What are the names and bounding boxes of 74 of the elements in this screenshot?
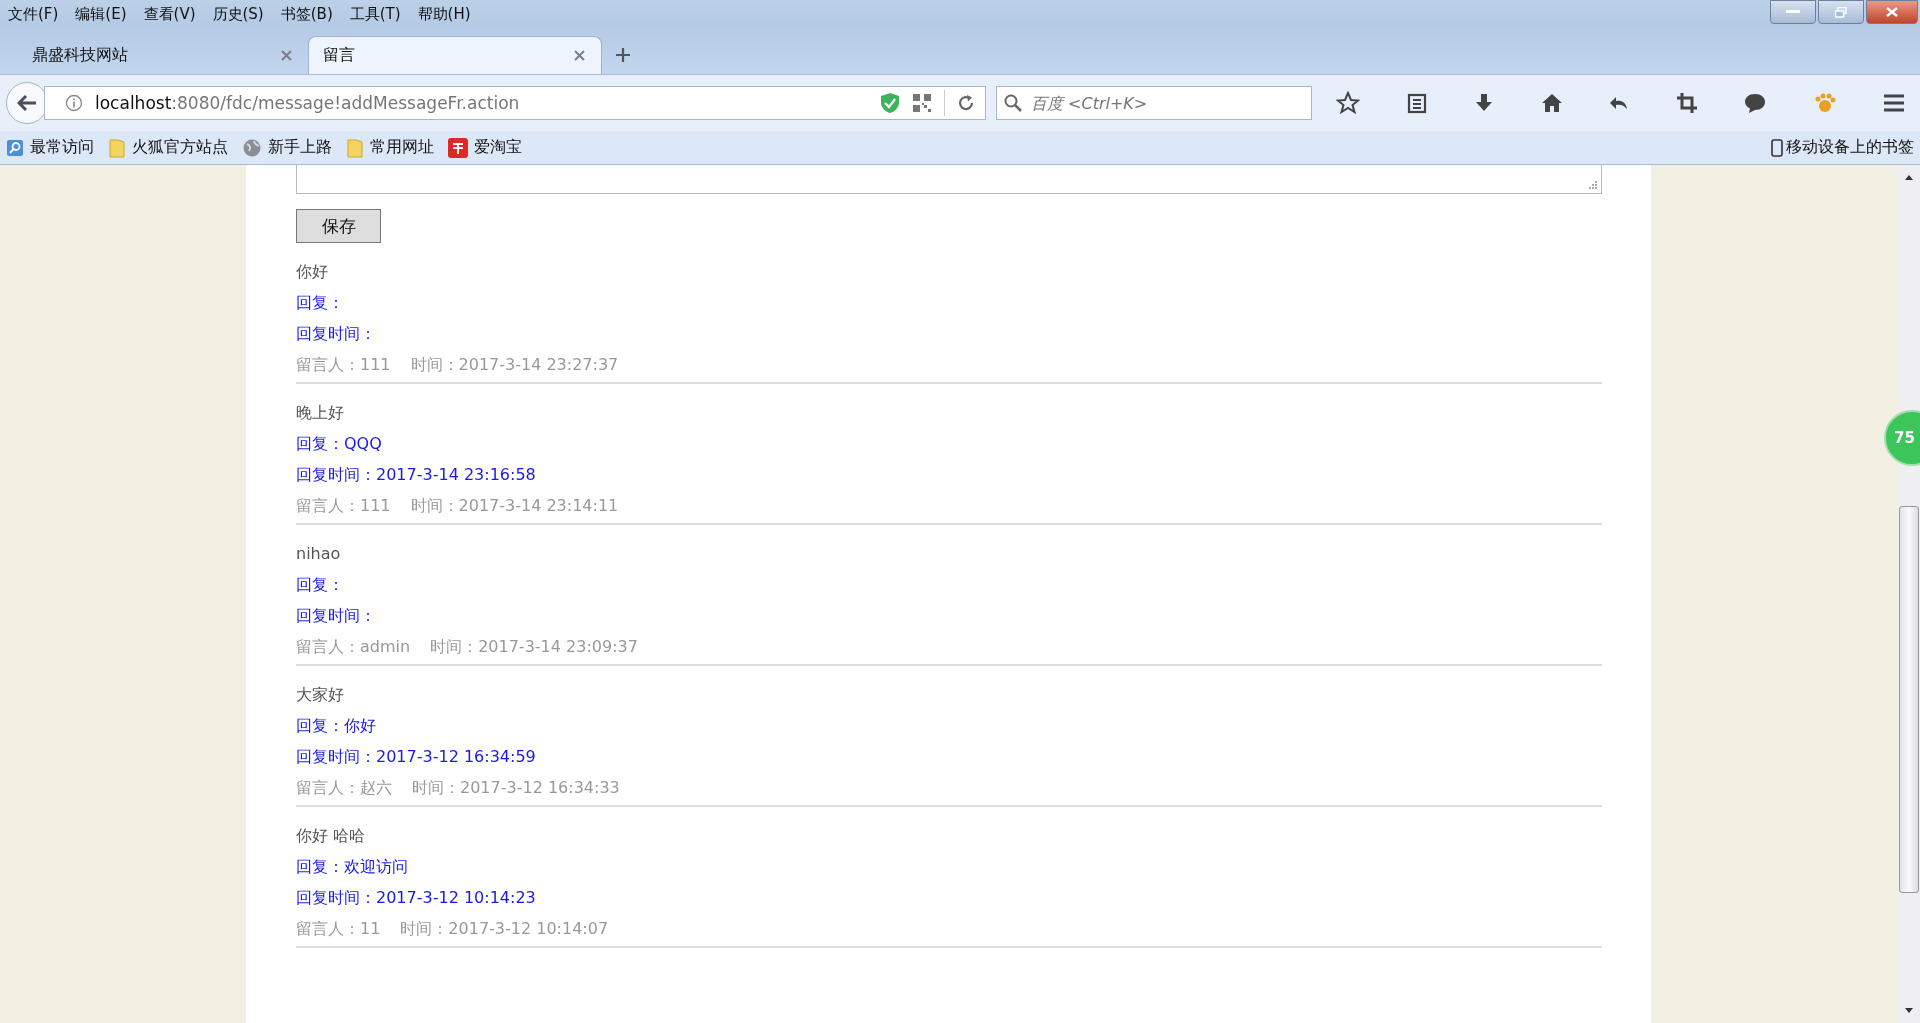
message-text: 你好 [296, 261, 329, 282]
shield-check-icon[interactable] [880, 92, 900, 114]
message-text: 大家好 [296, 684, 345, 705]
close-icon [1886, 7, 1898, 17]
bookmark-item[interactable]: 新手上路 [242, 137, 332, 158]
bookmark-item[interactable]: 常用网址 [346, 137, 434, 158]
message-text: nihao [296, 543, 342, 564]
close-button[interactable] [1866, 0, 1918, 24]
bookmark-search-icon [6, 138, 24, 157]
author-text: 留言人：admin [296, 636, 411, 657]
reply-text: 回复：QQQ [296, 433, 383, 454]
search-icon [1004, 94, 1022, 112]
menu-item[interactable]: 书签(B) [280, 4, 333, 24]
reply-text: 回复：欢迎访问 [296, 856, 409, 877]
save-button[interactable]: 保存 [296, 209, 381, 243]
menu-item[interactable]: 历史(S) [212, 4, 264, 24]
info-icon[interactable] [65, 94, 83, 112]
scroll-down-icon[interactable] [1904, 1007, 1914, 1015]
phone-icon [1771, 138, 1783, 157]
reply-text: 回复：你好 [296, 715, 377, 736]
restore-button[interactable] [1818, 0, 1864, 24]
author-text: 留言人：赵六 [296, 777, 392, 798]
close-tab-icon[interactable] [281, 49, 292, 61]
reply-text: 回复： [296, 574, 345, 595]
message-time: 时间：2017-3-14 23:14:11 [410, 495, 619, 516]
menu-item[interactable]: 文件(F) [8, 4, 59, 24]
reply-time: 回复时间： [296, 605, 377, 626]
shop-icon [448, 137, 468, 158]
scroll-up-icon[interactable] [1904, 173, 1914, 181]
resize-grip-icon[interactable] [1587, 179, 1597, 189]
folder-icon [108, 137, 126, 158]
menu-item[interactable]: 工具(T) [349, 4, 401, 24]
message-text: 你好 哈哈 [296, 825, 367, 846]
bookmark-item[interactable]: 最常访问 [6, 137, 94, 158]
crop-icon[interactable] [1675, 92, 1698, 114]
browser-tab[interactable]: 鼎盛科技网站 [8, 36, 308, 74]
search-field[interactable]: 百度 <Ctrl+K> [996, 86, 1312, 120]
address-bar[interactable]: localhost:8080/fdc/message!addMessageFr.action [44, 86, 986, 120]
reading-list-icon[interactable] [1405, 92, 1428, 114]
close-tab-icon[interactable] [574, 50, 585, 61]
author-text: 留言人：11 [296, 918, 381, 939]
author-text: 留言人：111 [296, 354, 391, 375]
menu-icon[interactable] [1882, 93, 1906, 113]
author-text: 留言人：111 [296, 495, 391, 516]
bookmark-item[interactable]: 移动设备上的书签 [1771, 137, 1914, 158]
message-time: 时间：2017-3-14 23:27:37 [410, 354, 619, 375]
scrollbar-thumb[interactable] [1899, 506, 1919, 893]
menu-item[interactable]: 帮助(H) [417, 4, 471, 24]
minimize-button[interactable] [1770, 0, 1816, 24]
chat-bubble-icon[interactable] [1743, 92, 1767, 114]
new-tab-icon[interactable] [616, 48, 630, 62]
reply-time: 回复时间： [296, 323, 377, 344]
reply-time: 回复时间：2017-3-12 10:14:23 [296, 887, 537, 908]
browser-tab[interactable]: 留言 [308, 36, 602, 74]
folder-icon [346, 137, 364, 158]
message-time: 时间：2017-3-12 10:14:07 [400, 918, 609, 939]
back-arrow-icon [17, 94, 37, 112]
reply-time: 回复时间：2017-3-14 23:16:58 [296, 464, 537, 485]
star-icon[interactable] [1336, 91, 1360, 115]
bookmark-item[interactable]: 爱淘宝 [448, 137, 522, 158]
menu-item[interactable]: 编辑(E) [75, 4, 127, 24]
message-text: 晚上好 [296, 402, 345, 423]
globe-icon [242, 137, 262, 158]
restore-icon [1835, 6, 1847, 18]
message-time: 时间：2017-3-14 23:09:37 [430, 636, 638, 657]
message-time: 时间：2017-3-12 16:34:33 [412, 777, 620, 798]
menu-item[interactable]: 查看(V) [143, 4, 196, 24]
reload-icon[interactable] [957, 94, 975, 112]
qr-code-icon[interactable] [912, 93, 932, 113]
reply-time: 回复时间：2017-3-12 16:34:59 [296, 746, 537, 767]
home-icon[interactable] [1540, 92, 1563, 114]
reply-text: 回复： [296, 292, 345, 313]
minimize-icon [1786, 10, 1800, 14]
bookmark-item[interactable]: 火狐官方站点 [108, 137, 228, 158]
